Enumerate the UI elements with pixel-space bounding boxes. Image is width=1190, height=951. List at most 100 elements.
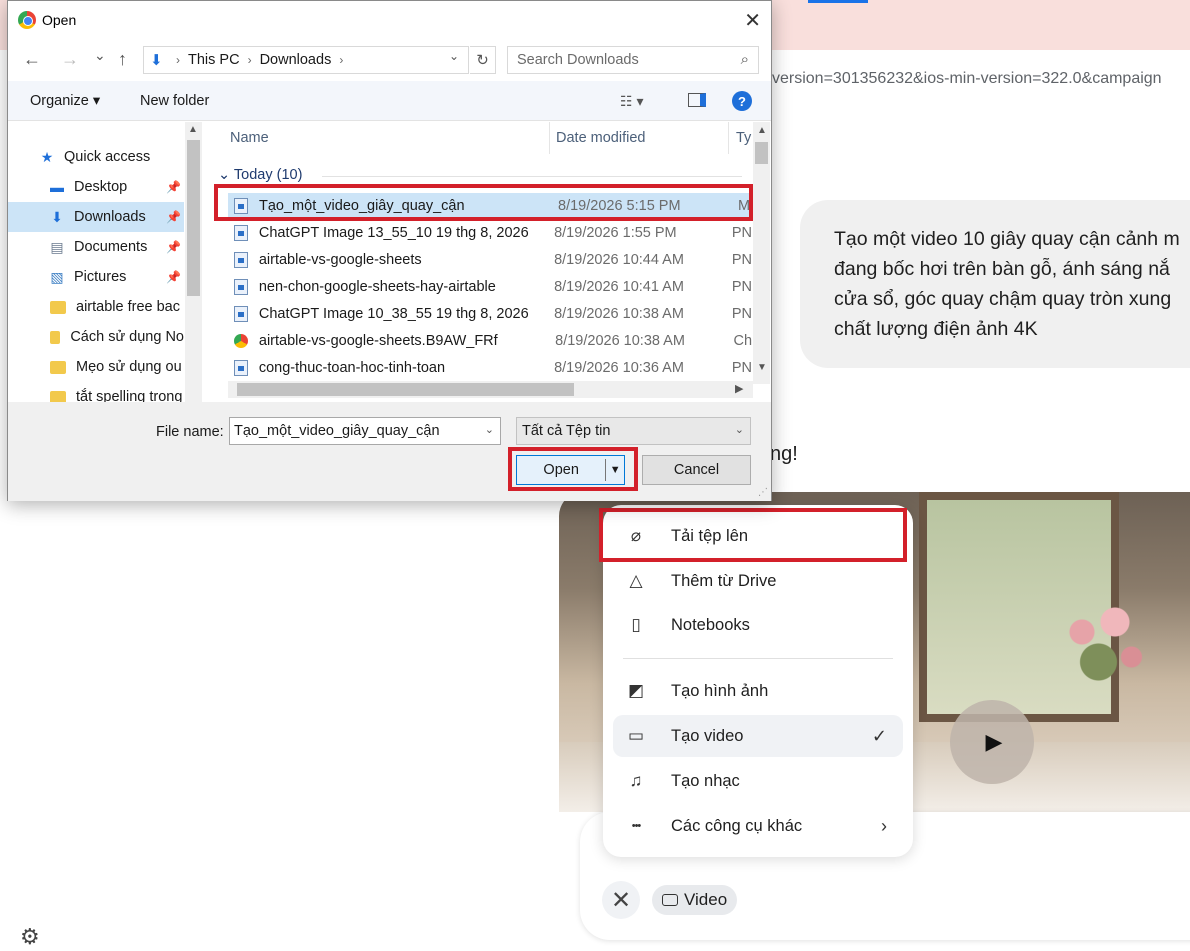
- nav-item-folder[interactable]: Cách sử dụng No: [8, 322, 184, 352]
- scroll-thumb[interactable]: [187, 140, 200, 296]
- breadcrumb-downloads[interactable]: Downloads: [260, 52, 332, 68]
- pin-icon: 📌: [166, 270, 181, 284]
- menu-item-label: Notebooks: [671, 615, 750, 634]
- banner-button[interactable]: [808, 0, 868, 3]
- play-button[interactable]: ▶: [950, 700, 1034, 784]
- menu-divider: [623, 658, 893, 659]
- prompt-line: Tạo một video 10 giây quay cận cảnh m: [834, 228, 1180, 250]
- upload-highlight: [599, 508, 907, 562]
- view-options-icon[interactable]: ☷ ▾: [620, 93, 643, 110]
- refresh-button[interactable]: ↻: [470, 46, 496, 74]
- image-file-icon: [234, 360, 248, 376]
- close-tool-button[interactable]: ✕: [602, 881, 640, 919]
- breadcrumb-separator: ›: [176, 53, 180, 67]
- file-row[interactable]: airtable-vs-google-sheets 8/19/2026 10:4…: [228, 247, 752, 273]
- menu-item-create-video[interactable]: ▭ Tạo video ✓: [613, 715, 903, 757]
- file-name-field[interactable]: Tạo_một_video_giây_quay_cận ⌄: [229, 417, 501, 445]
- file-type: PN: [731, 252, 752, 268]
- nav-label: Downloads: [74, 209, 146, 225]
- file-row[interactable]: airtable-vs-google-sheets.B9AW_FRf 8/19/…: [228, 328, 752, 354]
- chrome-icon: [18, 11, 36, 29]
- help-icon[interactable]: ?: [732, 91, 752, 111]
- pin-icon: 📌: [166, 240, 181, 254]
- gear-icon[interactable]: ⚙: [20, 924, 40, 950]
- organize-button[interactable]: Organize ▾: [30, 93, 100, 109]
- file-type: PN: [731, 225, 752, 241]
- scroll-right-icon[interactable]: ▶: [735, 382, 743, 395]
- file-type-select[interactable]: Tất cả Tệp tin ⌄: [516, 417, 751, 445]
- nav-item-pictures[interactable]: ▧ Pictures 📌: [8, 262, 184, 292]
- chip-label: Video: [684, 890, 728, 909]
- group-header[interactable]: ⌄ Today (10): [218, 167, 302, 183]
- new-folder-button[interactable]: New folder: [140, 93, 209, 109]
- nav-label: tắt spelling trong: [76, 389, 183, 402]
- menu-item-create-image[interactable]: ◩ Tạo hình ảnh: [613, 670, 903, 712]
- breadcrumb-separator: ›: [339, 53, 344, 67]
- nav-label: Documents: [74, 239, 148, 255]
- scroll-up-icon[interactable]: ▲: [188, 124, 198, 135]
- column-header-type[interactable]: Ty: [736, 130, 751, 146]
- nav-label: Desktop: [74, 179, 128, 195]
- recent-locations-icon[interactable]: ⌄: [94, 47, 106, 64]
- search-input[interactable]: Search Downloads ⌕: [507, 46, 759, 74]
- file-list-scrollbar[interactable]: ▲ ▼: [753, 122, 770, 384]
- flowers-image: [1049, 592, 1159, 692]
- download-arrow-icon: ⬇: [51, 208, 63, 225]
- file-name: ChatGPT Image 13_55_10 19 thg 8, 2026: [258, 225, 529, 241]
- cancel-label: Cancel: [673, 462, 720, 478]
- navigation-pane: ★ Quick access ▬ Desktop 📌 ⬇ Downloads 📌…: [8, 122, 204, 402]
- video-icon: [662, 894, 678, 906]
- back-icon[interactable]: ←: [23, 49, 41, 70]
- nav-item-downloads[interactable]: ⬇ Downloads 📌: [8, 202, 184, 232]
- file-date: 8/19/2026 10:44 AM: [554, 252, 684, 268]
- file-highlight: [214, 184, 753, 221]
- image-icon: ◩: [627, 681, 645, 700]
- file-date: 8/19/2026 1:55 PM: [554, 225, 677, 241]
- file-name-label: File name:: [156, 424, 224, 440]
- nav-item-folder[interactable]: tắt spelling trong: [8, 382, 184, 402]
- menu-item-label: Tạo video: [671, 726, 744, 745]
- image-file-icon: [234, 225, 248, 241]
- scroll-up-icon[interactable]: ▲: [757, 125, 767, 136]
- document-icon: ▤: [50, 238, 64, 255]
- menu-item-notebooks[interactable]: ▯ Notebooks: [613, 604, 903, 646]
- column-header-date[interactable]: Date modified: [556, 130, 645, 146]
- close-icon[interactable]: ✕: [744, 8, 761, 33]
- preview-pane-icon[interactable]: [688, 93, 706, 107]
- column-header-name[interactable]: Name: [230, 130, 269, 146]
- breadcrumb-this-pc[interactable]: This PC: [188, 52, 240, 68]
- chevron-down-icon[interactable]: ⌄: [485, 423, 494, 436]
- nav-item-desktop[interactable]: ▬ Desktop 📌: [8, 172, 184, 202]
- nav-item-folder[interactable]: Mẹo sử dụng ou: [8, 352, 184, 382]
- menu-item-create-music[interactable]: ♫ Tạo nhạc: [613, 760, 903, 802]
- file-row[interactable]: ChatGPT Image 10_38_55 19 thg 8, 2026 8/…: [228, 301, 752, 327]
- command-bar: Organize ▾ New folder ☷ ▾ ?: [8, 81, 771, 121]
- video-tool-chip[interactable]: Video: [652, 885, 738, 915]
- group-label: Today (10): [233, 167, 303, 183]
- star-icon: ★: [40, 148, 54, 165]
- file-row[interactable]: ChatGPT Image 13_55_10 19 thg 8, 2026 8/…: [228, 220, 752, 246]
- scroll-thumb[interactable]: [237, 383, 574, 396]
- resize-grip-icon[interactable]: ⋰: [758, 487, 768, 498]
- column-divider: [728, 122, 729, 154]
- scroll-thumb[interactable]: [755, 142, 768, 164]
- nav-item-documents[interactable]: ▤ Documents 📌: [8, 232, 184, 262]
- chrome-icon: [234, 334, 248, 348]
- nav-quick-access[interactable]: ★ Quick access: [38, 142, 204, 172]
- close-icon: ✕: [610, 886, 632, 914]
- menu-item-more-tools[interactable]: ••• Các công cụ khác ›: [613, 805, 903, 847]
- file-row[interactable]: cong-thuc-toan-hoc-tinh-toan 8/19/2026 1…: [228, 355, 752, 381]
- address-bar[interactable]: ⬇ › This PC › Downloads ›: [143, 46, 469, 74]
- file-row[interactable]: nen-chon-google-sheets-hay-airtable 8/19…: [228, 274, 752, 300]
- scroll-down-icon[interactable]: ▼: [757, 362, 767, 373]
- up-folder-icon[interactable]: ↑: [118, 49, 127, 70]
- nav-label: Cách sử dụng No: [70, 329, 184, 345]
- cancel-button[interactable]: Cancel: [642, 455, 751, 485]
- horizontal-scrollbar[interactable]: ▶: [228, 381, 753, 398]
- menu-item-drive[interactable]: △ Thêm từ Drive: [613, 560, 903, 602]
- nav-item-folder[interactable]: airtable free bac: [8, 292, 184, 322]
- address-dropdown-icon[interactable]: ⌄: [449, 49, 459, 63]
- forward-icon[interactable]: →: [61, 49, 79, 70]
- nav-scrollbar[interactable]: ▲: [185, 122, 202, 402]
- dialog-title: Open: [42, 12, 77, 28]
